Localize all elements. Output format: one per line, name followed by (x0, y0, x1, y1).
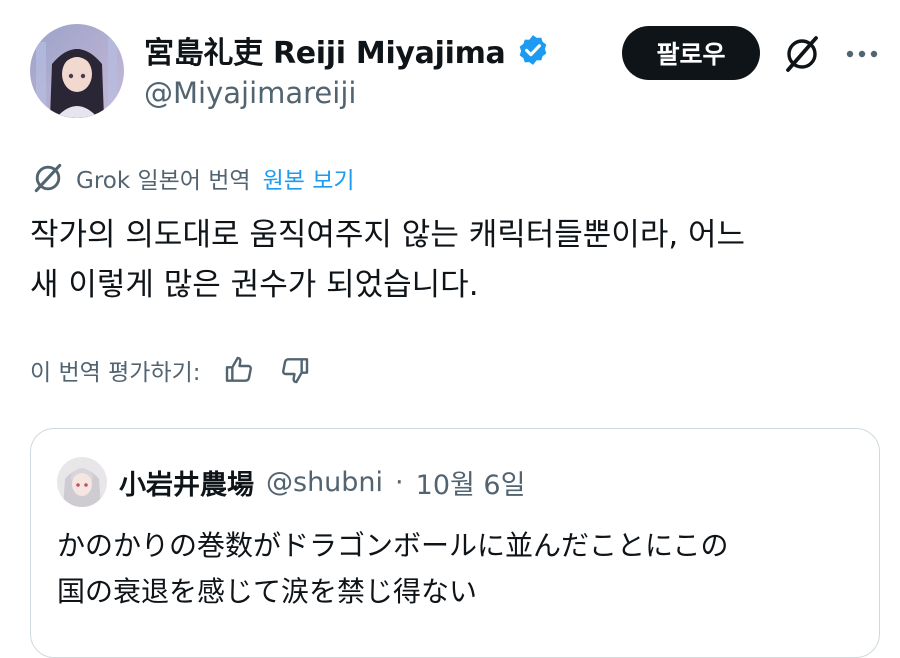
quoted-tweet-text: かのかりの巻数がドラゴンボールに並んだことにこの 国の衰退を感じて涙を禁じ得ない (57, 523, 857, 615)
silver-hair-avatar-icon (57, 457, 107, 507)
more-options-button[interactable] (840, 32, 884, 76)
quoted-tweet-header: 小岩井農場 @shubni · 10월 6일 (57, 457, 525, 507)
grok-icon (786, 36, 818, 72)
anime-girl-avatar-icon (30, 24, 124, 118)
meta-separator: · (395, 466, 404, 498)
quoted-author-avatar[interactable] (57, 457, 107, 507)
rate-translation-row: 이 번역 평가하기: (30, 352, 313, 388)
tweet-text-line: 작가의 의도대로 움직여주지 않는 캐릭터들뿐이라, 어느 (30, 217, 746, 253)
grok-translate-icon (34, 163, 62, 193)
quoted-text-line: かのかりの巻数がドラゴンボールに並んだことにこの (57, 529, 729, 562)
quoted-text-line: 国の衰退を感じて涙を禁じ得ない (57, 575, 478, 608)
view-original-link[interactable]: 원본 보기 (263, 161, 355, 195)
verified-badge-icon (519, 35, 546, 65)
quoted-tweet-date[interactable]: 10월 6일 (416, 463, 526, 502)
more-dots-icon (846, 50, 878, 58)
thumbs-up-icon (225, 356, 252, 382)
author-handle[interactable]: @Miyajimareiji (144, 76, 356, 110)
author-avatar[interactable] (30, 24, 124, 118)
thumbs-up-button[interactable] (221, 352, 257, 388)
thumbs-down-button[interactable] (277, 352, 313, 388)
author-name-row: 宮島礼吏 Reiji Miyajima (144, 28, 550, 72)
quoted-author-handle[interactable]: @shubni (266, 467, 383, 498)
follow-button[interactable]: 팔로우 (622, 26, 760, 80)
quoted-author-name[interactable]: 小岩井農場 (119, 463, 254, 502)
quoted-tweet[interactable]: 小岩井農場 @shubni · 10월 6일 かのかりの巻数がドラゴンボールに並… (30, 428, 880, 658)
translation-label: Grok 일본어 번역 (76, 168, 251, 194)
grok-button[interactable] (778, 30, 826, 78)
rate-translation-label: 이 번역 평가하기: (30, 360, 201, 386)
thumbs-down-icon (281, 358, 308, 384)
tweet-text-line: 새 이렇게 많은 권수가 되었습니다. (30, 267, 479, 303)
translation-row: Grok 일본어 번역 원본 보기 (30, 160, 355, 196)
author-display-name[interactable]: 宮島礼吏 Reiji Miyajima (144, 28, 506, 72)
tweet-text: 작가의 의도대로 움직여주지 않는 캐릭터들뿐이라, 어느 새 이렇게 많은 권… (30, 210, 880, 310)
